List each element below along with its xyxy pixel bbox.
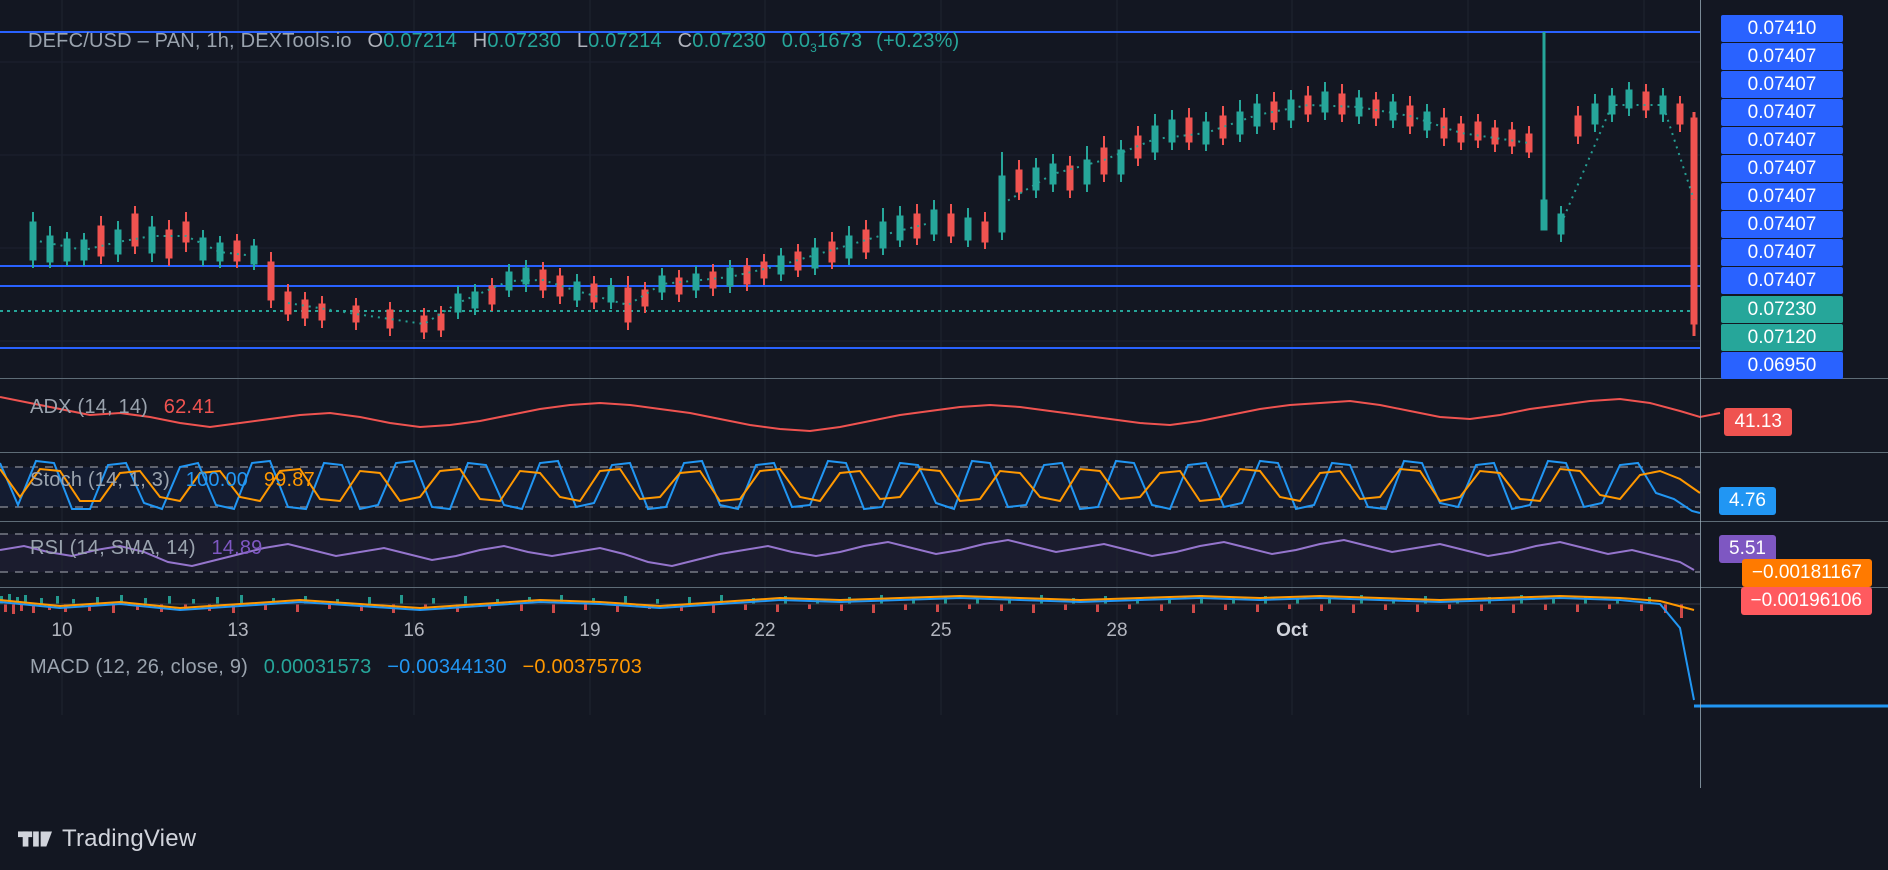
stoch-legend-value-d: 99.87 <box>263 469 315 491</box>
stoch-legend-value-k: 100.00 <box>185 469 249 491</box>
macd-value-badge[interactable]: −0.00181167 <box>1741 559 1872 587</box>
ohlc-close-value: 0.07230 <box>692 30 766 52</box>
rsi-chart-canvas[interactable] <box>0 522 1888 587</box>
time-tick: 28 <box>1106 620 1128 641</box>
stoch-value-badge[interactable]: 4.76 <box>1719 487 1776 515</box>
rsi-pane[interactable]: RSI (14, SMA, 14) 14.89 <box>0 522 1888 587</box>
stoch-legend-title: Stoch (14, 1, 3) <box>30 469 170 491</box>
adx-chart-canvas[interactable] <box>0 379 1888 452</box>
adx-legend-value: 62.41 <box>163 396 215 418</box>
price-axis-label[interactable]: 0.06950 <box>1721 352 1843 379</box>
price-axis-label[interactable]: 0.07407 <box>1721 43 1843 70</box>
time-tick: 25 <box>930 620 952 641</box>
ohlc-open-value: 0.07214 <box>383 30 457 52</box>
time-tick: 10 <box>51 620 73 641</box>
macd-signal-badge[interactable]: −0.00196106 <box>1740 587 1872 615</box>
adx-pane[interactable]: ADX (14, 14) 62.41 <box>0 379 1888 452</box>
ohlc-low-value: 0.07214 <box>588 30 662 52</box>
tradingview-logo-icon <box>18 831 52 847</box>
price-chart-canvas[interactable] <box>0 0 1888 378</box>
rsi-legend-title: RSI (14, SMA, 14) <box>30 537 196 559</box>
price-axis[interactable]: 0.07410 0.07407 0.07407 0.07407 0.07407 … <box>1703 0 1888 790</box>
price-axis-label[interactable]: 0.07407 <box>1721 71 1843 98</box>
price-axis-label[interactable]: 0.07407 <box>1721 239 1843 266</box>
price-pane[interactable]: DEFC/USD – PAN, 1h, DEXTools.io O0.07214… <box>0 0 1888 378</box>
price-axis-label[interactable]: 0.07407 <box>1721 183 1843 210</box>
ohlc-close-label: C <box>677 30 693 52</box>
adx-legend: ADX (14, 14) 62.41 <box>30 396 215 419</box>
ohlc-low-label: L <box>576 30 589 52</box>
time-tick: 13 <box>227 620 249 641</box>
price-axis-label[interactable]: 0.07407 <box>1721 267 1843 294</box>
ohlc-open-label: O <box>367 30 384 52</box>
price-axis-label[interactable]: 0.07407 <box>1721 99 1843 126</box>
change-percent: (+0.23%) <box>876 30 960 52</box>
time-tick: 19 <box>579 620 601 641</box>
adx-value-badge[interactable]: 41.13 <box>1724 408 1792 436</box>
rsi-legend-value: 14.89 <box>211 537 263 559</box>
rsi-legend: RSI (14, SMA, 14) 14.89 <box>30 537 263 560</box>
ohlc-high-value: 0.07230 <box>487 30 562 52</box>
price-axis-label[interactable]: 0.07407 <box>1721 211 1843 238</box>
price-legend: DEFC/USD – PAN, 1h, DEXTools.io O0.07214… <box>28 30 959 55</box>
adx-legend-title: ADX (14, 14) <box>30 396 149 418</box>
price-axis-label-low[interactable]: 0.07120 <box>1721 324 1843 351</box>
change-rest: 1673 <box>817 30 863 52</box>
price-axis-label[interactable]: 0.07407 <box>1721 155 1843 182</box>
tradingview-brand[interactable]: TradingView <box>18 822 196 856</box>
stoch-pane[interactable]: Stoch (14, 1, 3) 100.00 99.87 <box>0 453 1888 521</box>
ohlc-high-label: H <box>472 30 488 52</box>
time-tick: 16 <box>403 620 425 641</box>
tradingview-chart-screenshot: DEFC/USD – PAN, 1h, DEXTools.io O0.07214… <box>0 0 1888 870</box>
change-value: 0.031673 <box>781 30 863 55</box>
stoch-legend: Stoch (14, 1, 3) 100.00 99.87 <box>30 469 315 492</box>
time-tick: 22 <box>754 620 776 641</box>
change-prefix: 0.0 <box>781 30 811 52</box>
price-axis-label[interactable]: 0.07407 <box>1721 127 1843 154</box>
time-tick-month: Oct <box>1276 620 1308 641</box>
symbol-title: DEFC/USD – PAN, 1h, DEXTools.io <box>28 30 352 52</box>
time-axis[interactable]: 10 13 16 19 22 25 28 Oct <box>0 620 1888 660</box>
price-axis-label-close[interactable]: 0.07230 <box>1721 296 1843 323</box>
crosshair-vertical-line <box>1700 0 1701 788</box>
price-axis-label[interactable]: 0.07410 <box>1721 15 1843 42</box>
tradingview-brand-label: TradingView <box>62 825 197 852</box>
